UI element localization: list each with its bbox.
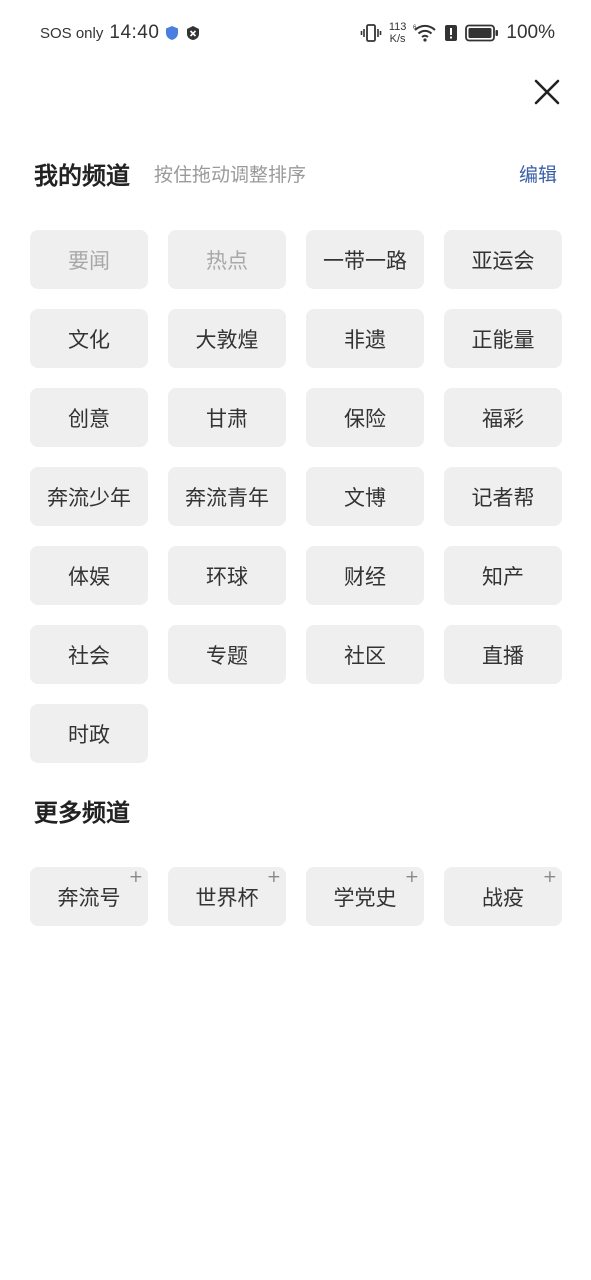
channel-chip[interactable]: 社会 — [30, 625, 148, 684]
carrier-label: SOS only — [40, 24, 104, 42]
clock: 14:40 — [109, 22, 160, 43]
channel-chip[interactable]: 保险 — [306, 388, 424, 447]
channel-chip[interactable]: 亚运会 — [444, 230, 562, 289]
more-channel-label: 世界杯 — [195, 885, 259, 910]
channel-chip[interactable]: 时政 — [30, 704, 148, 763]
more-channels-grid: 奔流号 + 世界杯 + 学党史 + 战疫 + — [30, 867, 562, 926]
more-channels-header: 更多频道 — [34, 790, 557, 830]
shield-icon — [165, 25, 179, 41]
battery-percent: 100% — [506, 22, 555, 43]
channel-chip[interactable]: 直播 — [444, 625, 562, 684]
channel-chip[interactable]: 热点 — [168, 230, 286, 289]
channel-chip[interactable]: 记者帮 — [444, 467, 562, 526]
channel-chip[interactable]: 体娱 — [30, 546, 148, 605]
channel-chip[interactable]: 文博 — [306, 467, 424, 526]
channel-chip[interactable]: 环球 — [168, 546, 286, 605]
more-channels-title: 更多频道 — [34, 797, 130, 827]
close-icon — [534, 79, 560, 105]
battery-icon — [465, 24, 499, 42]
drag-hint: 按住拖动调整排序 — [154, 163, 307, 186]
channel-chip[interactable]: 知产 — [444, 546, 562, 605]
network-speed: 113 K/s — [388, 21, 407, 45]
more-channel-label: 奔流号 — [57, 885, 121, 910]
channel-chip[interactable]: 甘肃 — [168, 388, 286, 447]
add-channel-icon: + — [542, 867, 557, 887]
my-channels-title: 我的频道 — [34, 160, 130, 190]
security-badge-icon — [185, 25, 201, 41]
channel-chip[interactable]: 要闻 — [30, 230, 148, 289]
more-channel-label: 战疫 — [482, 885, 524, 910]
channel-chip[interactable]: 正能量 — [444, 309, 562, 368]
channel-chip[interactable]: 财经 — [306, 546, 424, 605]
channel-chip[interactable]: 非遗 — [306, 309, 424, 368]
channel-chip[interactable]: 社区 — [306, 625, 424, 684]
channel-chip[interactable]: 福彩 — [444, 388, 562, 447]
add-channel-icon: + — [128, 867, 143, 887]
status-bar: SOS only 14:40 113 K/s 6 100% — [0, 0, 591, 64]
more-channel-chip[interactable]: 世界杯 + — [168, 867, 286, 926]
channel-chip[interactable]: 专题 — [168, 625, 286, 684]
edit-button[interactable]: 编辑 — [519, 160, 557, 187]
my-channels-grid: 要闻 热点 一带一路 亚运会文化 大敦煌 非遗 正能量创意 甘肃 保险 福彩奔流少年 奔流青年 文博记… — [30, 230, 562, 763]
vibrate-icon — [360, 23, 382, 43]
channel-chip[interactable]: 奔流青年 — [168, 467, 286, 526]
close-button[interactable] — [531, 76, 563, 108]
add-channel-icon: + — [404, 867, 419, 887]
channel-chip[interactable]: 创意 — [30, 388, 148, 447]
channel-chip[interactable]: 大敦煌 — [168, 309, 286, 368]
more-channel-chip[interactable]: 战疫 + — [444, 867, 562, 926]
more-channel-chip[interactable]: 学党史 + — [306, 867, 424, 926]
more-channel-label: 学党史 — [333, 885, 397, 910]
alert-icon — [444, 24, 458, 42]
channel-chip[interactable]: 文化 — [30, 309, 148, 368]
channel-chip[interactable]: 一带一路 — [306, 230, 424, 289]
more-channel-chip[interactable]: 奔流号 + — [30, 867, 148, 926]
wifi-icon: 6 — [413, 23, 437, 43]
channel-chip[interactable]: 奔流少年 — [30, 467, 148, 526]
add-channel-icon: + — [266, 867, 281, 887]
my-channels-header: 我的频道 按住拖动调整排序 编辑 — [34, 153, 557, 193]
